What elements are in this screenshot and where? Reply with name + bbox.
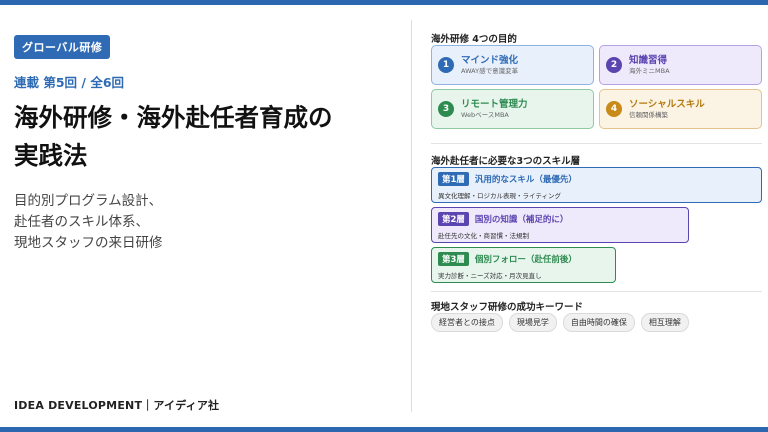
layer-name: 汎用的なスキル（最優先） [474, 175, 577, 185]
goal-description: 海外ミニMBA [629, 66, 670, 75]
keyword-pill: 現場見学 [508, 313, 557, 332]
skill-layer-3: 第3層 個別フォロー（赴任前後） 実力診断・ニーズ対応・月次見直し [431, 247, 616, 283]
goal-number-badge: 4 [606, 101, 622, 117]
goal-description: 信頼関係構築 [629, 110, 668, 119]
keyword-pill: 自由時間の確保 [562, 313, 635, 332]
section-divider [431, 143, 762, 144]
goal-card-mind: 1 マインド強化 AWAY感で意識変革 [431, 45, 594, 85]
layer-name: 個別フォロー（赴任前後） [474, 255, 577, 265]
subtitle-line: 現地スタッフの来日研修 [14, 235, 163, 251]
goal-description: WebベースMBA [461, 110, 509, 119]
goal-name: マインド強化 [461, 55, 519, 66]
layer-badge: 第3層 [438, 252, 469, 266]
goal-card-remote: 3 リモート管理力 WebベースMBA [431, 89, 594, 129]
layer-description: 実力診断・ニーズ対応・月次見直し [438, 272, 542, 280]
category-tag: グローバル研修 [14, 35, 111, 59]
series-label: 連載 第5回 / 全6回 [14, 75, 125, 90]
keyword-list: 経営者との接点 現場見学 自由時間の確保 相互理解 [431, 313, 689, 332]
goal-number-badge: 2 [606, 57, 622, 73]
keywords-section-title: 現地スタッフ研修の成功キーワード [431, 302, 584, 313]
skill-layer-2: 第2層 国別の知識（補足的に） 赴任先の文化・商習慣・法規制 [431, 207, 689, 243]
panel-divider [411, 20, 412, 412]
goal-number-badge: 1 [438, 57, 454, 73]
goal-number-badge: 3 [438, 101, 454, 117]
left-panel: グローバル研修 連載 第5回 / 全6回 海外研修・海外赴任者育成の 実践法 目… [0, 5, 412, 427]
keyword-pill: 経営者との接点 [431, 313, 503, 332]
skill-layer-1: 第1層 汎用的なスキル（最優先） 異文化理解・ロジカル表現・ライティング [431, 167, 762, 203]
keyword-pill: 相互理解 [640, 313, 689, 332]
goal-card-social: 4 ソーシャルスキル 信頼関係構築 [599, 89, 762, 129]
goal-name: リモート管理力 [461, 99, 528, 110]
skills-section-title: 海外赴任者に必要な3つのスキル層 [431, 156, 581, 167]
title-line-1: 海外研修・海外赴任者育成の [14, 103, 333, 132]
subtitle-line: 目的別プログラム設計、 [14, 193, 163, 209]
title-line-2: 実践法 [14, 141, 88, 170]
subtitle: 目的別プログラム設計、 赴任者のスキル体系、 現地スタッフの来日研修 [14, 191, 394, 254]
section-divider [431, 291, 762, 292]
layer-name: 国別の知識（補足的に） [474, 215, 569, 225]
goal-name: ソーシャルスキル [629, 99, 705, 110]
bottom-accent-bar [0, 427, 768, 432]
layer-description: 異文化理解・ロジカル表現・ライティング [438, 192, 561, 200]
goal-name: 知識習得 [629, 55, 668, 66]
layer-description: 赴任先の文化・商習慣・法規制 [438, 232, 529, 240]
goal-description: AWAY感で意識変革 [461, 66, 519, 75]
layer-badge: 第2層 [438, 212, 469, 226]
layer-badge: 第1層 [438, 172, 469, 186]
subtitle-line: 赴任者のスキル体系、 [14, 214, 149, 230]
goals-section-title: 海外研修 4つの目的 [431, 34, 517, 45]
goal-card-knowledge: 2 知識習得 海外ミニMBA [599, 45, 762, 85]
footer-brand: IDEA DEVELOPMENT｜アイディア社 [14, 399, 220, 412]
page-title: 海外研修・海外赴任者育成の 実践法 [14, 99, 404, 175]
